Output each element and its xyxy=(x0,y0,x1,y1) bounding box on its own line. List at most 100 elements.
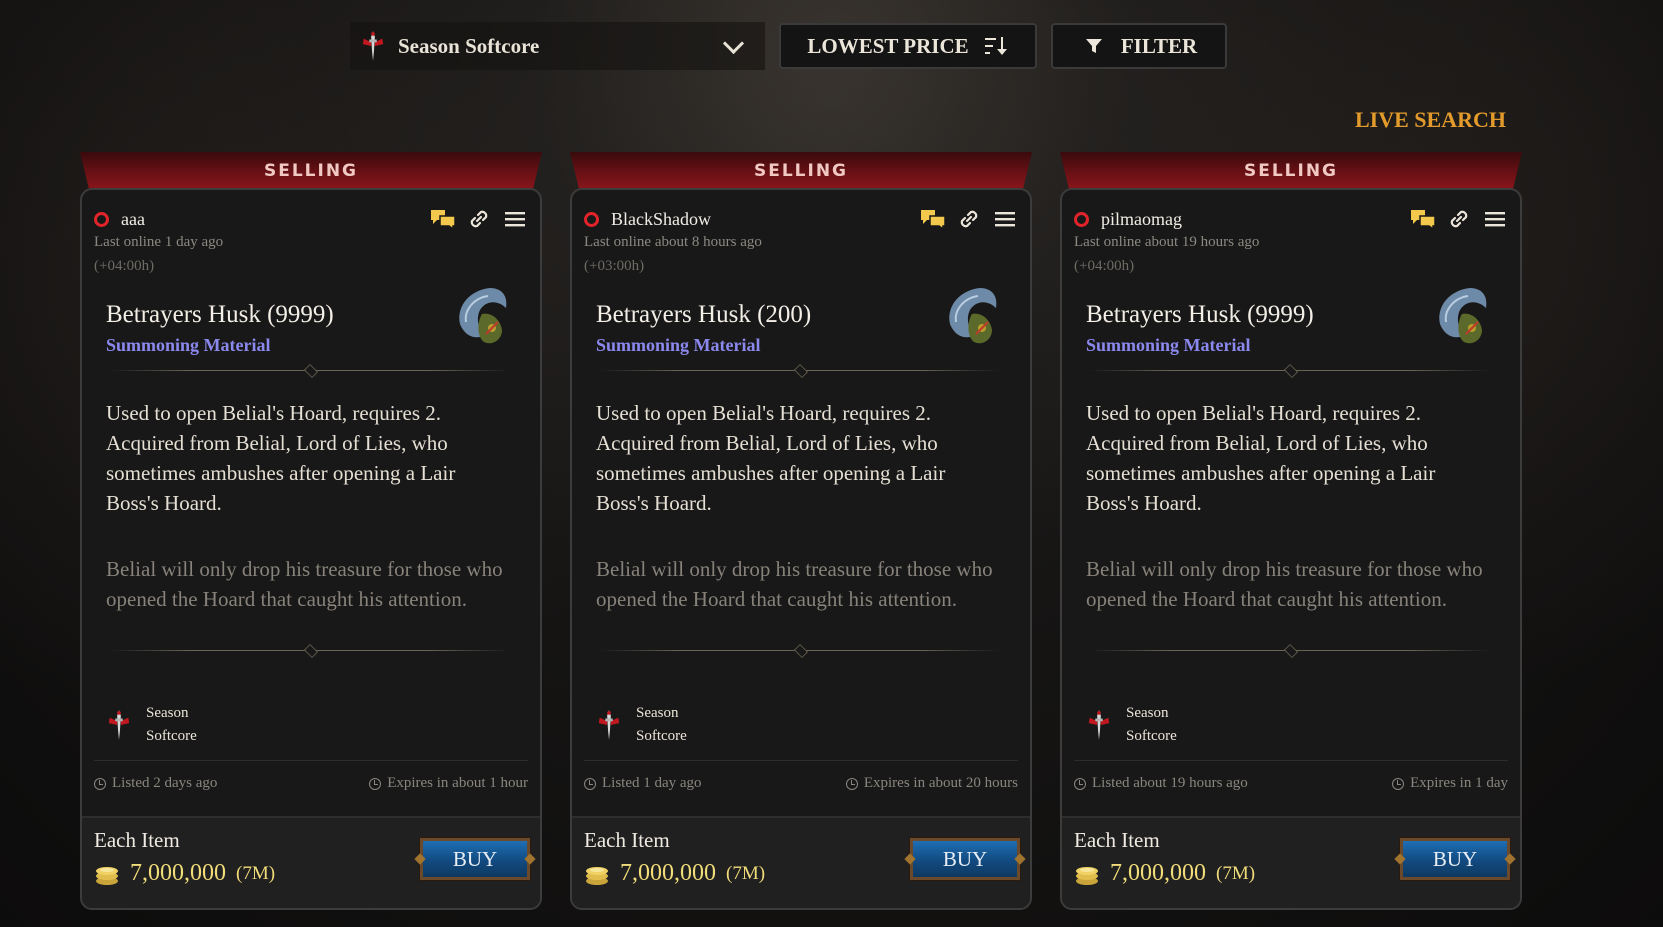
realm-line-1: Season xyxy=(146,705,189,721)
buy-button[interactable]: BUY xyxy=(419,837,531,881)
clock-icon xyxy=(369,777,382,790)
realm-dropdown-value: Season Softcore xyxy=(360,31,539,61)
sort-label: LOWEST PRICE xyxy=(807,33,969,58)
selling-ribbon: SELLING xyxy=(80,152,542,190)
gold-coins-icon xyxy=(584,861,610,887)
gold-coins-icon xyxy=(1074,861,1100,887)
each-item-label: Each Item xyxy=(1074,828,1160,852)
realm-tag: Season Softcore xyxy=(106,702,197,748)
seller-row: aaa xyxy=(90,206,528,232)
item-description: Used to open Belial's Hoard, requires 2.… xyxy=(596,401,946,515)
chat-icon[interactable] xyxy=(1410,206,1436,232)
each-item-label: Each Item xyxy=(584,828,670,852)
price-short: (7M) xyxy=(726,862,766,884)
menu-icon[interactable] xyxy=(992,206,1018,232)
item-flavor-text: Belial will only drop his treasure for t… xyxy=(1086,557,1483,611)
listing-card-3: SELLING pilmaomag Last online about 19 h… xyxy=(1060,152,1522,910)
item-type: Summoning Material xyxy=(106,335,271,355)
divider xyxy=(110,644,510,658)
realm-sword-icon xyxy=(106,710,132,740)
listing-card-body: pilmaomag Last online about 19 hours ago… xyxy=(1060,188,1522,910)
listed-time: Listed about 19 hours ago xyxy=(1074,775,1248,792)
listed-time: Listed 2 days ago xyxy=(94,775,217,792)
item-flavor-text: Belial will only drop his treasure for t… xyxy=(596,557,993,611)
price-bar: Each Item 7,000,000 (7M) BUY xyxy=(82,816,540,908)
expires-text: Expires in about 20 hours xyxy=(863,775,1018,791)
price-row: 7,000,000 (7M) xyxy=(584,860,765,887)
seller-name[interactable]: pilmaomag xyxy=(1101,209,1182,230)
realm-sword-icon xyxy=(360,31,386,61)
seller-row: BlackShadow xyxy=(580,206,1018,232)
listed-text: Listed 1 day ago xyxy=(602,775,702,791)
filter-button[interactable]: FILTER xyxy=(1051,23,1227,69)
price-value: 7,000,000 xyxy=(1110,860,1206,886)
sort-icon xyxy=(983,33,1009,59)
last-online: Last online about 8 hours ago xyxy=(584,234,762,250)
realm-mini-label: Season Softcore xyxy=(1126,702,1177,748)
item-name[interactable]: Betrayers Husk (200) xyxy=(596,301,811,329)
item-name[interactable]: Betrayers Husk (9999) xyxy=(1086,301,1314,329)
clock-icon xyxy=(1392,777,1405,790)
listing-card-body: aaa Last online 1 day ago (+04:00h) Betr… xyxy=(80,188,542,910)
live-search-link[interactable]: LIVE SEARCH xyxy=(1355,107,1506,133)
listing-meta: Listed 2 days ago Expires in about 1 hou… xyxy=(94,760,528,792)
card-actions xyxy=(920,206,1018,232)
realm-line-1: Season xyxy=(1126,705,1169,721)
listed-text: Listed about 19 hours ago xyxy=(1092,775,1248,791)
offline-status-icon xyxy=(580,208,603,230)
funnel-icon xyxy=(1081,33,1107,59)
divider xyxy=(600,364,1000,378)
listing-meta: Listed 1 day ago Expires in about 20 hou… xyxy=(584,760,1018,792)
divider xyxy=(110,364,510,378)
timezone: (+04:00h) xyxy=(94,258,155,274)
timezone: (+03:00h) xyxy=(584,258,645,274)
listing-card-1: SELLING aaa Last online 1 day ago (+04:0… xyxy=(80,152,542,910)
item-image xyxy=(1432,284,1492,352)
realm-line-2: Softcore xyxy=(1126,728,1177,744)
realm-dropdown[interactable]: Season Softcore xyxy=(350,22,765,70)
chat-icon[interactable] xyxy=(430,206,456,232)
listed-time: Listed 1 day ago xyxy=(584,775,702,792)
card-actions xyxy=(1410,206,1508,232)
last-online: Last online about 19 hours ago xyxy=(1074,234,1260,250)
toolbar: Season Softcore LOWEST PRICE FILTER xyxy=(350,20,1227,72)
buy-button[interactable]: BUY xyxy=(1399,837,1511,881)
realm-mini-label: Season Softcore xyxy=(146,702,197,748)
sort-button[interactable]: LOWEST PRICE xyxy=(779,23,1037,69)
ribbon-label: SELLING xyxy=(263,161,359,181)
clock-icon xyxy=(1074,777,1086,790)
realm-line-2: Softcore xyxy=(636,728,687,744)
realm-sword-icon xyxy=(1086,710,1112,740)
link-icon[interactable] xyxy=(956,206,982,232)
listing-card-body: BlackShadow Last online about 8 hours ag… xyxy=(570,188,1032,910)
seller-name[interactable]: BlackShadow xyxy=(611,209,711,230)
realm-tag: Season Softcore xyxy=(596,702,687,748)
timezone: (+04:00h) xyxy=(1074,258,1135,274)
item-name[interactable]: Betrayers Husk (9999) xyxy=(106,301,334,329)
last-online: Last online 1 day ago xyxy=(94,234,224,250)
link-icon[interactable] xyxy=(1446,206,1472,232)
listing-card-2: SELLING BlackShadow Last online about 8 … xyxy=(570,152,1032,910)
link-icon[interactable] xyxy=(466,206,492,232)
offline-status-icon xyxy=(90,208,113,230)
selling-ribbon: SELLING xyxy=(570,152,1032,190)
ribbon-label: SELLING xyxy=(1243,161,1339,181)
clock-icon xyxy=(94,777,106,790)
item-image xyxy=(942,284,1002,352)
divider xyxy=(1090,644,1490,658)
item-type: Summoning Material xyxy=(596,335,761,355)
each-item-label: Each Item xyxy=(94,828,180,852)
offline-status-icon xyxy=(1070,208,1093,230)
seller-name[interactable]: aaa xyxy=(121,209,145,230)
expires-time: Expires in about 1 hour xyxy=(369,775,528,792)
chat-icon[interactable] xyxy=(920,206,946,232)
item-description: Used to open Belial's Hoard, requires 2.… xyxy=(106,401,456,515)
buy-button[interactable]: BUY xyxy=(909,837,1021,881)
seller-row: pilmaomag xyxy=(1070,206,1508,232)
menu-icon[interactable] xyxy=(502,206,528,232)
realm-line-1: Season xyxy=(636,705,679,721)
price-value: 7,000,000 xyxy=(130,860,226,886)
menu-icon[interactable] xyxy=(1482,206,1508,232)
chevron-down-icon xyxy=(722,32,745,54)
gold-coins-icon xyxy=(94,861,120,887)
